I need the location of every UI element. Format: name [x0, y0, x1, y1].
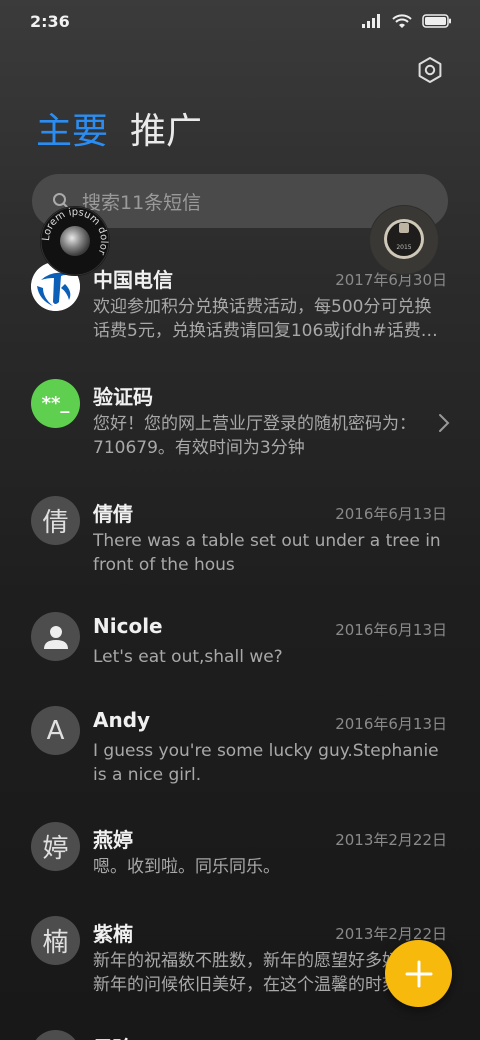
tab-primary[interactable]: 主要	[36, 108, 108, 156]
avatar	[31, 1030, 80, 1040]
message-date: 2013年2月22日	[335, 925, 447, 943]
avatar: 倩	[31, 496, 80, 545]
avatar	[31, 612, 80, 661]
tab-promotions[interactable]: 推广	[130, 108, 202, 156]
floating-badge[interactable]: Lorem ipsum dolor	[40, 206, 110, 276]
message-preview: Let's eat out,shall we?	[93, 647, 283, 667]
plus-icon	[405, 960, 432, 987]
settings-button[interactable]	[416, 56, 444, 84]
chevron-right-icon[interactable]	[438, 413, 450, 433]
contact-name: 燕婷	[93, 828, 133, 852]
contact-name: Nicole	[93, 614, 163, 638]
avatar: 婷	[31, 822, 80, 871]
battery-icon	[422, 14, 451, 28]
avatar: A	[31, 706, 80, 755]
message-date: 2013年2月22日	[335, 831, 447, 849]
message-preview: There was a table set out under a tree i…	[93, 531, 441, 575]
contact-name: 子玲	[93, 1032, 133, 1040]
message-date: 2016年6月13日	[335, 505, 447, 523]
disc-icon: Lorem ipsum dolor	[40, 206, 110, 276]
contact-name: Andy	[93, 708, 151, 732]
status-bar: 2:36	[0, 0, 480, 42]
message-date: 2016年6月13日	[335, 715, 447, 733]
conversation-row[interactable]: 倩 倩倩 2016年6月13日 There was a table set ou…	[0, 466, 480, 576]
signal-icon	[362, 14, 380, 28]
contact-name: 倩倩	[93, 502, 133, 526]
message-preview: I guess you're some lucky guy.Stephanie …	[93, 741, 439, 785]
message-preview: 嗯。收到啦。同乐同乐。	[93, 857, 280, 877]
conversation-row[interactable]: 子玲	[0, 1002, 480, 1040]
contact-name: 验证码	[93, 385, 153, 409]
message-preview: 欢迎参加积分兑换话费活动，每500分可兑换话费5元，兑换话费请回复106或jfd…	[93, 297, 438, 341]
category-tabs: 主要 推广	[36, 108, 202, 156]
wifi-icon	[392, 13, 412, 28]
status-icons	[362, 13, 452, 29]
message-date: 2016年6月13日	[335, 621, 447, 639]
contact-name: 紫楠	[93, 922, 133, 946]
floating-widget[interactable]: 2015	[369, 205, 439, 275]
status-time: 2:36	[30, 11, 70, 31]
person-icon	[43, 625, 68, 649]
avatar: **_	[31, 379, 80, 428]
new-message-button[interactable]	[385, 940, 452, 1007]
gear-icon	[418, 57, 442, 83]
lamp-icon: 2015	[370, 206, 438, 274]
conversation-row[interactable]: **_ 验证码 您好！您的网上营业厅登录的随机密码为：710679。有效时间为3…	[0, 349, 480, 459]
conversation-row[interactable]: A Andy 2016年6月13日 I guess you're some lu…	[0, 676, 480, 786]
message-preview: 您好！您的网上营业厅登录的随机密码为：710679。有效时间为3分钟	[93, 414, 416, 458]
floating-widget-text: 2015	[396, 244, 411, 251]
avatar: 楠	[31, 916, 80, 965]
